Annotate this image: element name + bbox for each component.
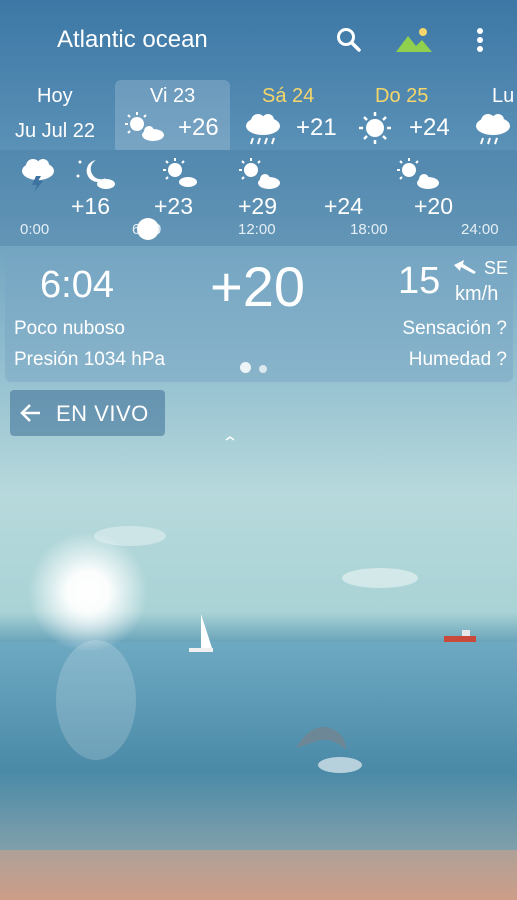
cloud: [94, 526, 166, 546]
hour-label: 12:00: [238, 221, 276, 238]
sun-cloud-icon: [160, 156, 200, 192]
hour-temp: +24: [324, 193, 364, 219]
hour-label: 24:00: [461, 221, 499, 238]
day-name: Lu: [492, 85, 515, 107]
splash: [318, 757, 362, 773]
moon-cloud-icon: [74, 156, 115, 192]
rain-cloud-icon: [242, 110, 282, 146]
more-vert-icon[interactable]: [470, 24, 490, 58]
location-title[interactable]: Atlantic ocean: [57, 26, 208, 54]
day-name: Sá 24: [262, 85, 315, 107]
day-temp: +24: [409, 114, 450, 141]
sun-cloud-icon: [121, 110, 164, 146]
ship-cabin: [462, 630, 470, 636]
day-date: Ju Jul 22: [15, 120, 96, 142]
sun-reflection: [56, 640, 136, 760]
landscape-icon[interactable]: [394, 24, 434, 58]
hour-temp: +16: [71, 193, 111, 219]
day-name: Hoy: [37, 85, 73, 107]
wind-unit: km/h: [455, 283, 499, 305]
day-sat[interactable]: Sá 24 +21: [230, 80, 345, 150]
timeline-marker[interactable]: [137, 218, 159, 240]
hour-temp: +29: [238, 193, 278, 219]
sun-cloud-icon: [236, 156, 280, 192]
ship: [444, 636, 476, 642]
sailboat: [201, 614, 212, 648]
current-time: 6:04: [40, 264, 114, 306]
sun-cloud-icon: [394, 156, 439, 192]
app-bar: Atlantic ocean: [0, 0, 517, 80]
day-name: Vi 23: [150, 85, 196, 107]
day-sun[interactable]: Do 25 +24: [345, 80, 460, 150]
cloud: [342, 568, 418, 588]
live-label: EN VIVO: [56, 401, 149, 426]
beach-foam: [0, 850, 517, 900]
day-today[interactable]: Hoy Ju Jul 22: [0, 80, 115, 150]
hour-label: 0:00: [20, 221, 50, 238]
hour-label: 18:00: [350, 221, 388, 238]
sun-icon: [357, 110, 397, 146]
day-name: Do 25: [375, 85, 429, 107]
hour-temp: +23: [154, 193, 194, 219]
wind-direction-icon: [452, 259, 478, 275]
sailboat-hull: [189, 648, 213, 652]
page-indicator: [240, 360, 275, 378]
search-icon[interactable]: [333, 24, 367, 58]
page-dot[interactable]: [259, 365, 267, 373]
day-temp: +21: [296, 114, 337, 141]
sun: [28, 532, 148, 652]
daily-forecast: Hoy Ju Jul 22 Vi 23 +26 Sá 24 +21 Do 25 …: [0, 80, 517, 150]
hourly-forecast[interactable]: +16 +23 +29 +24 +20 0:00 6:00 12:00 18:0…: [0, 150, 517, 246]
pressure-text: Presión 1034 hPa: [14, 349, 166, 370]
bird: [225, 436, 235, 441]
thunderstorm-icon: [18, 156, 58, 192]
day-fri[interactable]: Vi 23 +26: [115, 80, 230, 150]
wind-speed: 15: [398, 260, 441, 302]
wind-direction: SE: [484, 258, 509, 278]
hour-temp: +20: [414, 193, 454, 219]
current-temperature: +20: [210, 255, 305, 318]
arrow-back-icon: [18, 401, 44, 425]
rain-cloud-icon: [472, 110, 512, 146]
day-mon[interactable]: Lu: [460, 80, 517, 150]
condition-text: Poco nuboso: [14, 318, 125, 339]
feels-like-text: Sensación ?: [402, 318, 507, 339]
humidity-text: Humedad ?: [408, 349, 507, 370]
day-temp: +26: [178, 114, 219, 141]
page-dot-active[interactable]: [240, 362, 251, 373]
live-button[interactable]: EN VIVO: [10, 390, 165, 436]
